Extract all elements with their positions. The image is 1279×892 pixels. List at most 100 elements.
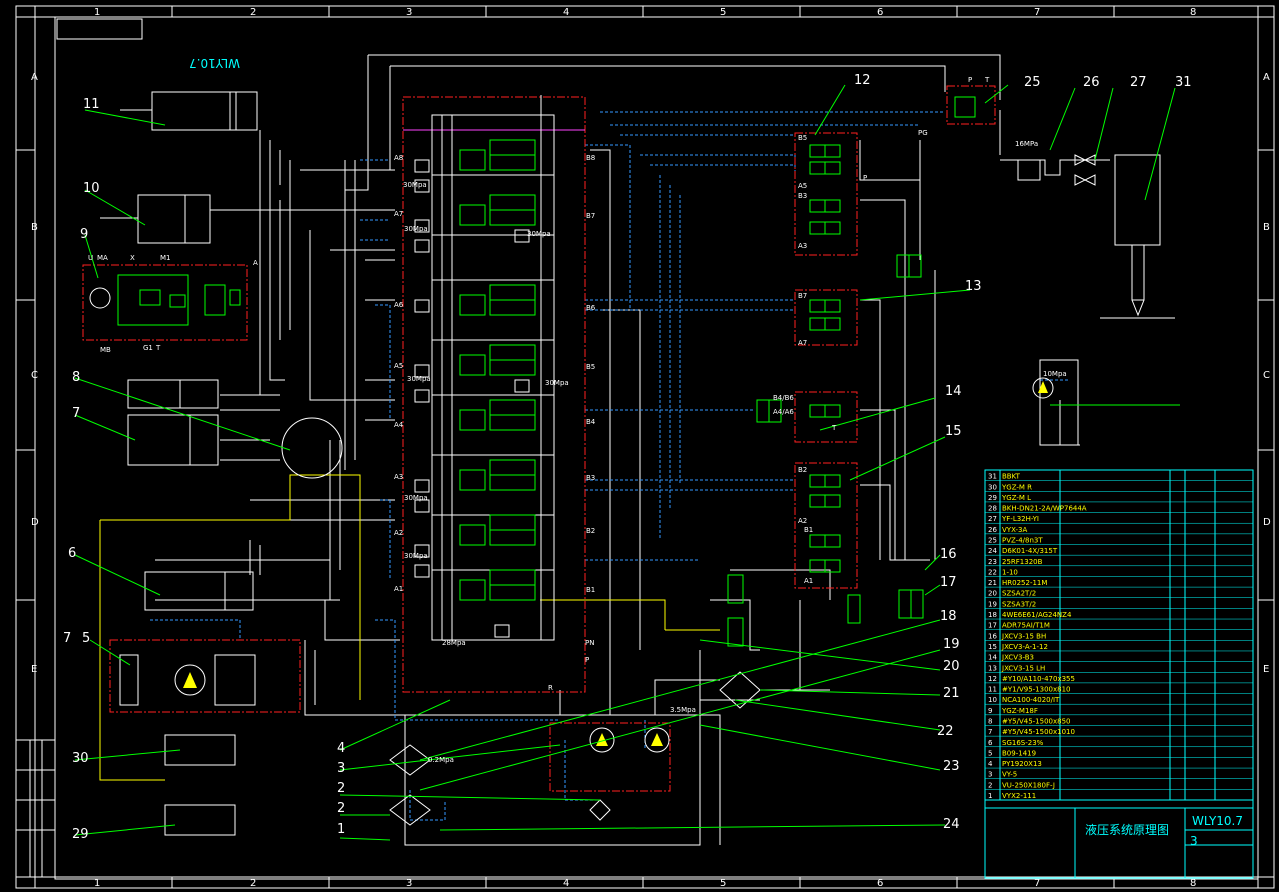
bom-row-number: 1 bbox=[988, 792, 992, 800]
callout-14: 13 bbox=[965, 279, 982, 294]
grid-col-7: 7 bbox=[1034, 7, 1040, 18]
cylinder-7 bbox=[144, 571, 254, 611]
grid-col-1-bottom: 1 bbox=[94, 878, 100, 889]
bom-row-code: VYX-3A bbox=[1002, 526, 1027, 534]
bom-row-number: 11 bbox=[988, 686, 997, 694]
bom-row-number: 9 bbox=[988, 707, 992, 715]
bom-row-code: YGZ-M R bbox=[1001, 483, 1032, 491]
cylinder-8 bbox=[127, 414, 219, 466]
bom-row-code: 25RF1320B bbox=[1002, 558, 1043, 566]
bom-row-code: D6K01-4X/315T bbox=[1002, 547, 1058, 555]
bom-row-number: 16 bbox=[988, 632, 997, 640]
pressure-labels: 30Mpa 30Mpa 30Mpa 30Mpa 30Mpa 30Mpa 30Mp… bbox=[403, 140, 1067, 764]
pump-10 bbox=[89, 287, 111, 309]
bom-row-number: 6 bbox=[988, 739, 993, 747]
hydraulic-schematic: 1 2 3 4 5 6 7 8 1 2 3 4 5 6 7 8 A B C D … bbox=[15, 5, 1275, 889]
bom-row-number: 12 bbox=[988, 675, 997, 683]
bom-row-code: VU-250X180F-J bbox=[1002, 781, 1055, 789]
callout-24: 23 bbox=[943, 759, 960, 774]
pressure-4: 30Mpa bbox=[407, 375, 431, 383]
callout-12: 11 bbox=[83, 97, 100, 112]
pressure-12: 3.5Mpa bbox=[670, 706, 696, 714]
bom-row-code: 4WE6E61/AG24NZ4 bbox=[1002, 611, 1072, 619]
bom-row-number: 13 bbox=[988, 664, 997, 672]
port-g1: G1 bbox=[143, 344, 153, 352]
pressure-10: 10Mpa bbox=[1043, 370, 1067, 378]
bom-row-code: PVZ-4/8n3T bbox=[1002, 537, 1043, 545]
callout-31: 31 bbox=[1175, 75, 1192, 90]
title-block: 液压系统原理图 WLY10.7 3 bbox=[1085, 814, 1243, 848]
bom-row-code: JXCV3-15 BH bbox=[1001, 632, 1046, 640]
port-u: U bbox=[88, 254, 93, 262]
grid-row-e: E bbox=[31, 664, 37, 675]
callout-21: 20 bbox=[943, 659, 960, 674]
pressure-9: 16MPa bbox=[1015, 140, 1038, 148]
bom-row-number: 27 bbox=[988, 515, 997, 523]
bom-row-code: NCA100-4020/IT bbox=[1002, 696, 1060, 704]
callout-11: 10 bbox=[83, 181, 100, 196]
cylinder-29 bbox=[164, 804, 236, 836]
bom-row-number: 3 bbox=[988, 771, 992, 779]
mirrored-number-box: WLY10.7 bbox=[56, 18, 240, 70]
bom-row-code: SG16S-23% bbox=[1002, 739, 1044, 747]
grid-col-3: 3 bbox=[406, 7, 412, 18]
bom-row-number: 22 bbox=[988, 568, 997, 576]
bom-row-code: SZSA2T/2 bbox=[1002, 590, 1036, 598]
accumulator-9 bbox=[281, 417, 343, 479]
bom-row-number: 25 bbox=[988, 537, 997, 545]
grid-col-8: 8 bbox=[1190, 7, 1196, 18]
grid-row-b-right: B bbox=[1263, 222, 1270, 233]
pressure-1: 30Mpa bbox=[403, 181, 427, 189]
callout-1: 1 bbox=[337, 822, 345, 837]
port-16-a1: A1 bbox=[804, 577, 813, 585]
bom-row-code: YF-L32H-YI bbox=[1001, 515, 1039, 523]
bom-row-code: B09-1419 bbox=[1002, 749, 1036, 757]
grid-col-4-bottom: 4 bbox=[563, 878, 569, 889]
bom-row-code: VYX2-111 bbox=[1002, 792, 1036, 800]
bom-row-number: 8 bbox=[988, 717, 992, 725]
bom-row-code: #Y10/A110-470x355 bbox=[1002, 675, 1075, 683]
bom-row-number: 23 bbox=[988, 558, 997, 566]
bom-row-code: YGZ-M L bbox=[1001, 494, 1031, 502]
port-misc-p: P bbox=[863, 174, 867, 182]
cylinder-9 bbox=[127, 379, 219, 409]
bom-row-number: 31 bbox=[988, 473, 997, 481]
port-16-a2: A2 bbox=[798, 517, 807, 525]
bom-row-number: 5 bbox=[988, 749, 992, 757]
callout-9: 8 bbox=[72, 370, 80, 385]
port-a6: A6 bbox=[394, 301, 404, 309]
bom-row-code: HR0252-11M bbox=[1002, 579, 1047, 587]
port-a4: A4 bbox=[394, 421, 404, 429]
port-pn: PN bbox=[585, 639, 594, 647]
port-pg: PG bbox=[918, 129, 928, 137]
bom-row-code: #Y5/V45-1500x850 bbox=[1002, 717, 1071, 725]
callout-19: 18 bbox=[940, 609, 957, 624]
callout-16: 15 bbox=[945, 424, 962, 439]
callout-30: 30 bbox=[72, 751, 89, 766]
grid-row-a-right: A bbox=[1263, 72, 1270, 83]
port-p: P bbox=[585, 656, 589, 664]
pump10-boundary bbox=[82, 264, 248, 341]
bom-row-number: 20 bbox=[988, 590, 997, 598]
boundaries bbox=[82, 85, 996, 792]
mirrored-number: WLY10.7 bbox=[189, 56, 240, 70]
grid-col-6: 6 bbox=[877, 7, 883, 18]
main-piping bbox=[155, 54, 1110, 846]
bom-row-code: 1-10 bbox=[1002, 568, 1018, 576]
callout-18: 17 bbox=[940, 575, 957, 590]
port-t: T bbox=[155, 344, 161, 352]
drawing-number: WLY10.7 bbox=[1192, 814, 1243, 828]
pilot-valve-elements bbox=[727, 96, 976, 647]
callout-29: 29 bbox=[72, 827, 89, 842]
port-a1: A1 bbox=[394, 585, 403, 593]
grid-row-a: A bbox=[31, 72, 38, 83]
callout-4: 3 bbox=[337, 761, 345, 776]
callout-2: 2 bbox=[337, 801, 345, 816]
port-15-b: B4/B6 bbox=[773, 394, 794, 402]
callout-numbers: 11 10 9 8 7 6 7 5 30 29 4 3 2 2 1 12 13 … bbox=[63, 73, 1192, 842]
grid-col-5-bottom: 5 bbox=[720, 878, 726, 889]
valve26-boundary bbox=[946, 85, 996, 125]
grid-row-b: B bbox=[31, 222, 38, 233]
port-b5: B5 bbox=[586, 363, 595, 371]
bom-row-number: 21 bbox=[988, 579, 997, 587]
